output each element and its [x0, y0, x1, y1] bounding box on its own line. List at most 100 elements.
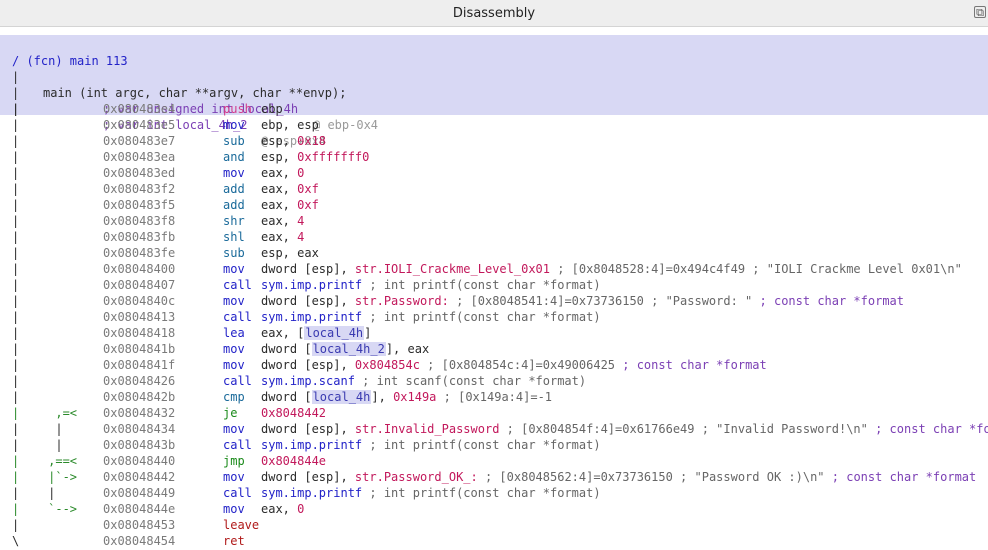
instruction-operands: sym.imp.printf ; int printf(const char *…	[261, 277, 601, 293]
instruction-mnemonic: mov	[223, 422, 245, 436]
operands-text: sym.imp.printf	[261, 438, 363, 452]
instruction-operands: eax, 0xf	[261, 197, 319, 213]
instruction-address[interactable]: 0x0804841f	[103, 357, 175, 373]
operands-text: dword [esp], str.Password_OK_:	[261, 470, 478, 484]
instruction-address[interactable]: 0x08048440	[103, 453, 175, 469]
window-titlebar: Disassembly ⧉	[0, 0, 988, 27]
instruction-address[interactable]: 0x08048454	[103, 533, 175, 549]
var-decl-line[interactable]: | ; var int local_4h_2 @ esp+0x4	[0, 85, 326, 148]
instruction-address[interactable]: 0x080483fb	[103, 229, 175, 245]
window-title: Disassembly	[452, 6, 536, 21]
instruction-address[interactable]: 0x080483fe	[103, 245, 175, 261]
flow-gutter: |	[12, 198, 20, 212]
function-signature: main (int argc, char **argv, char **envp…	[43, 86, 347, 100]
instruction-mnemonic: shl	[223, 230, 245, 244]
operands-text: dword [local_4h], 0x149a	[261, 390, 437, 404]
operands-text: 0x804844e	[261, 454, 327, 468]
instruction-operands: esp, 0x18	[261, 133, 326, 149]
instruction-address[interactable]: 0x080483ed	[103, 165, 175, 181]
instruction-address[interactable]: 0x08048434	[103, 421, 175, 437]
instruction-comment: ; [0x804854c:4]=0x49006425 ; const char …	[419, 358, 767, 372]
instruction-address[interactable]: 0x0804844e	[103, 501, 175, 517]
instruction-address[interactable]: 0x080483e5	[103, 117, 175, 133]
operands-text: sym.imp.scanf	[261, 374, 355, 388]
instruction-address[interactable]: 0x080483f8	[103, 213, 175, 229]
instruction-operands: sym.imp.printf ; int printf(const char *…	[261, 437, 601, 453]
instruction-mnemonic: mov	[223, 470, 245, 484]
function-header-line[interactable]: / (fcn) main 113	[0, 37, 128, 68]
flow-gutter: |	[12, 134, 20, 148]
instruction-mnemonic: mov	[223, 342, 245, 356]
instruction-address[interactable]: 0x0804841b	[103, 341, 175, 357]
flow-gutter: |	[12, 246, 20, 260]
instruction-mnemonic: leave	[223, 518, 260, 532]
flow-gutter: |	[12, 102, 20, 116]
disassembly-view[interactable]: / (fcn) main 113 | main (int argc, char …	[0, 35, 988, 550]
instruction-operands: sym.imp.scanf ; int scanf(const char *fo…	[261, 373, 586, 389]
operands-text: eax, 0	[261, 502, 305, 516]
flow-gutter: |	[12, 278, 20, 292]
instruction-mnemonic: mov	[223, 166, 245, 180]
operands-text: dword [esp], str.IOLI_Crackme_Level_0x01	[261, 262, 550, 276]
operands-text: 0x8048442	[261, 406, 327, 420]
instruction-mnemonic: call	[223, 486, 252, 500]
instruction-address[interactable]: 0x08048418	[103, 325, 175, 341]
float-window-icon[interactable]: ⧉	[974, 6, 986, 19]
flow-gutter: \	[12, 534, 20, 548]
operands-text: sym.imp.printf	[261, 278, 363, 292]
instruction-operands: eax, 4	[261, 213, 304, 229]
flow-gutter: |	[12, 310, 20, 324]
instruction-address[interactable]: 0x08048407	[103, 277, 175, 293]
instruction-comment: ; int printf(const char *format)	[362, 310, 601, 324]
instruction-address[interactable]: 0x0804840c	[103, 293, 175, 309]
function-signature-line[interactable]: | main (int argc, char **argv, char **en…	[0, 53, 346, 100]
flow-gutter: |	[12, 518, 20, 532]
instruction-address[interactable]: 0x08048449	[103, 485, 175, 501]
operands-text: ebp, esp	[261, 118, 319, 132]
instruction-mnemonic: add	[223, 182, 245, 196]
instruction-address[interactable]: 0x08048426	[103, 373, 175, 389]
operands-text: dword [esp], str.Password:	[261, 294, 449, 308]
flow-gutter: |	[12, 342, 20, 356]
instruction-mnemonic: cmp	[223, 390, 245, 404]
instruction-operands: dword [esp], str.Password: ; [0x8048541:…	[261, 293, 904, 309]
operands-text: eax, 4	[261, 214, 305, 228]
instruction-operands: ebp	[261, 101, 283, 117]
instruction-comment: ; int printf(const char *format)	[362, 278, 601, 292]
flow-gutter: |	[12, 358, 20, 372]
instruction-comment: ; [0x8048541:4]=0x73736150 ; "Password: …	[448, 294, 905, 308]
instruction-address[interactable]: 0x080483e7	[103, 133, 175, 149]
instruction-comment: ; [0x804854f:4]=0x61766e49 ; "Invalid Pa…	[499, 422, 988, 436]
instruction-operands: eax, 0	[261, 501, 304, 517]
operands-text: ebp	[261, 102, 283, 116]
operands-text: sym.imp.printf	[261, 310, 363, 324]
instruction-address[interactable]: 0x08048432	[103, 405, 175, 421]
instruction-address[interactable]: 0x080483f5	[103, 197, 175, 213]
var-decl-line[interactable]: | ; var unsigned int local_4h @ ebp-0x4	[0, 69, 378, 132]
instruction-address[interactable]: 0x080483f2	[103, 181, 175, 197]
instruction-operands: ebp, esp	[261, 117, 319, 133]
instruction-mnemonic: je	[223, 406, 238, 420]
operands-text: eax, 0xf	[261, 198, 319, 212]
instruction-operands: 0x804844e	[261, 453, 326, 469]
instruction-operands: dword [esp], str.Invalid_Password ; [0x8…	[261, 421, 988, 437]
instruction-address[interactable]: 0x0804843b	[103, 437, 175, 453]
instruction-address[interactable]: 0x08048400	[103, 261, 175, 277]
instruction-mnemonic: ret	[223, 534, 245, 548]
flow-gutter: |	[12, 230, 20, 244]
operands-text: eax, 0xf	[261, 182, 319, 196]
instruction-address[interactable]: 0x08048442	[103, 469, 175, 485]
instruction-address[interactable]: 0x0804842b	[103, 389, 175, 405]
instruction-address[interactable]: 0x08048453	[103, 517, 175, 533]
instruction-operands: eax, [local_4h]	[261, 325, 371, 341]
instruction-mnemonic: shr	[223, 214, 245, 228]
operands-text: eax, [local_4h]	[261, 326, 372, 340]
instruction-address[interactable]: 0x08048413	[103, 309, 175, 325]
operands-text: esp, eax	[261, 246, 319, 260]
instruction-address[interactable]: 0x080483ea	[103, 149, 175, 165]
instruction-address[interactable]: 0x080483e4	[103, 101, 175, 117]
instruction-mnemonic: add	[223, 198, 245, 212]
instruction-mnemonic: mov	[223, 262, 245, 276]
instruction-mnemonic: and	[223, 150, 245, 164]
operands-text: dword [local_4h_2], eax	[261, 342, 430, 356]
